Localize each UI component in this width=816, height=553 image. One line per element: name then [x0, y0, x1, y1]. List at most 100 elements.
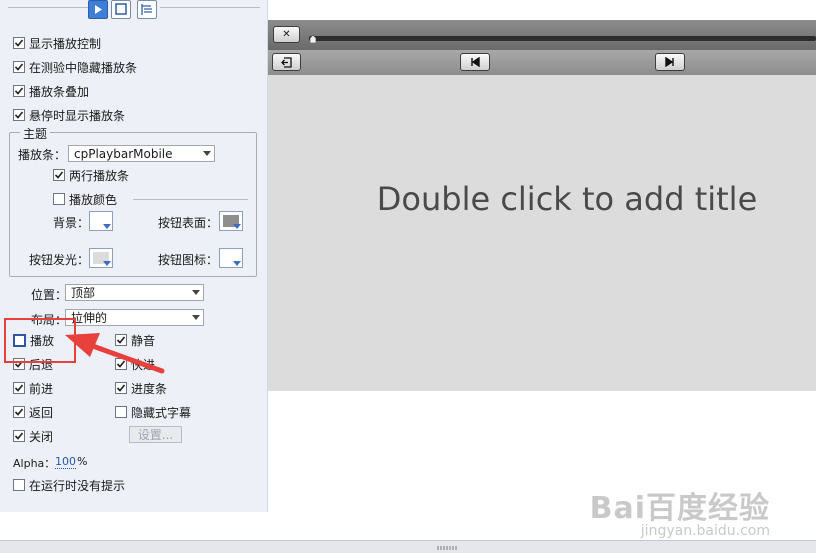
position-label: 位置：: [31, 288, 68, 302]
closed-captions-label: 隐藏式字幕: [131, 405, 192, 420]
tab-appearance[interactable]: [111, 0, 131, 19]
tab-playback[interactable]: [88, 0, 108, 19]
checkbox-box[interactable]: [13, 109, 25, 121]
no-runtime-tips-label: 在运行时没有提示: [29, 478, 126, 493]
next-button[interactable]: [655, 53, 685, 71]
back-label: 返回: [29, 405, 54, 420]
watermark-logo: Bai百度经验: [589, 491, 770, 526]
checkbox-box[interactable]: [53, 169, 65, 181]
previous-button[interactable]: [460, 53, 490, 71]
progress-track[interactable]: [309, 36, 816, 41]
theme-group-title: 主题: [20, 125, 51, 142]
chevron-down-icon: [103, 224, 111, 229]
alpha-value[interactable]: 100: [55, 455, 76, 469]
checkbox-box[interactable]: [13, 479, 25, 491]
background-swatch[interactable]: [89, 211, 113, 231]
forward-label: 前进: [29, 381, 54, 396]
checkbox-box[interactable]: [13, 406, 25, 418]
check-icon: [116, 384, 126, 392]
checkbox-box[interactable]: [115, 382, 127, 394]
list-icon: [141, 4, 152, 15]
chevron-down-icon: [233, 261, 241, 266]
chevron-down-icon: [189, 310, 203, 325]
alpha-unit: %: [77, 455, 88, 468]
progress-label: 进度条: [131, 381, 168, 396]
watermark: Bai百度经验 jingyan.baidu.com: [590, 483, 770, 539]
button-face-swatch[interactable]: [219, 211, 243, 231]
close-button[interactable]: ✕: [273, 26, 300, 43]
no-runtime-tips-checkbox[interactable]: 在运行时没有提示: [13, 477, 125, 493]
resize-grip-icon[interactable]: [437, 546, 459, 550]
position-select[interactable]: 顶部: [65, 284, 204, 301]
chevron-down-icon: [189, 285, 203, 300]
checkbox-box[interactable]: [13, 37, 25, 49]
playbar-select-value: cpPlaybarMobile: [74, 146, 173, 161]
background-label: 背景：: [53, 216, 90, 230]
check-icon: [14, 63, 24, 71]
checkbox-box[interactable]: [13, 430, 25, 442]
chevron-down-icon: [233, 224, 241, 229]
overlay-checkbox[interactable]: 播放条叠加: [13, 83, 89, 99]
skip-back-icon: [471, 57, 480, 67]
square-icon: [115, 3, 127, 15]
button-icon-swatch[interactable]: [219, 248, 243, 268]
chevron-down-icon: [103, 261, 111, 266]
tab-info[interactable]: [137, 0, 157, 19]
slide-title-placeholder[interactable]: Double click to add title: [268, 180, 816, 218]
slide-canvas[interactable]: [268, 75, 816, 391]
layout-select[interactable]: 拉伸的: [65, 309, 204, 326]
playbar-select[interactable]: cpPlaybarMobile: [68, 145, 215, 162]
chevron-down-icon: [200, 146, 214, 161]
check-icon: [14, 384, 24, 392]
progress-thumb-icon[interactable]: [310, 35, 316, 43]
button-icon-label: 按钮图标：: [158, 253, 219, 267]
checkbox-box[interactable]: [53, 193, 65, 205]
play-icon: [95, 5, 102, 14]
check-icon: [14, 432, 24, 440]
checkbox-box[interactable]: [13, 85, 25, 97]
playbar-label: 播放条：: [18, 148, 67, 162]
exit-icon: [280, 56, 292, 68]
hide-in-quiz-checkbox[interactable]: 在测验中隐藏播放条: [13, 59, 137, 75]
show-controls-label: 显示播放控制: [29, 36, 102, 51]
two-row-checkbox[interactable]: 两行播放条: [53, 167, 129, 183]
checkbox-box[interactable]: [115, 406, 127, 418]
close-label: 关闭: [29, 429, 54, 444]
close-checkbox[interactable]: 关闭: [13, 428, 53, 444]
playbar-top: [268, 20, 816, 50]
show-on-hover-label: 悬停时显示播放条: [29, 108, 126, 123]
annotation-arrow-icon: [65, 333, 165, 374]
exit-button[interactable]: [272, 53, 301, 71]
closed-captions-checkbox[interactable]: 隐藏式字幕: [115, 404, 191, 420]
two-row-label: 两行播放条: [69, 168, 130, 183]
back-checkbox[interactable]: 返回: [13, 404, 53, 420]
toolbar-separator-right: [160, 7, 260, 8]
color-separator: [133, 199, 248, 200]
check-icon: [54, 171, 64, 179]
settings-button[interactable]: 设置...: [129, 426, 182, 443]
position-select-value: 顶部: [71, 286, 96, 300]
check-icon: [14, 408, 24, 416]
hide-in-quiz-label: 在测验中隐藏播放条: [29, 60, 138, 75]
layout-select-value: 拉伸的: [71, 311, 108, 325]
status-bar: [0, 540, 816, 553]
playbar-color-checkbox[interactable]: 播放颜色: [53, 191, 117, 207]
close-icon: ✕: [282, 29, 291, 40]
toolbar-separator-left: [8, 7, 88, 8]
show-on-hover-checkbox[interactable]: 悬停时显示播放条: [13, 107, 125, 123]
check-icon: [14, 87, 24, 95]
skip-forward-icon: [665, 57, 674, 67]
playbar-color-label: 播放颜色: [69, 192, 118, 207]
button-glow-label: 按钮发光：: [29, 253, 90, 267]
check-icon: [14, 111, 24, 119]
checkbox-box[interactable]: [13, 382, 25, 394]
checkbox-box[interactable]: [13, 61, 25, 73]
forward-checkbox[interactable]: 前进: [13, 380, 53, 396]
alpha-label: Alpha：: [13, 457, 56, 470]
button-face-label: 按钮表面：: [158, 216, 219, 230]
button-glow-swatch[interactable]: [89, 248, 113, 268]
progress-checkbox[interactable]: 进度条: [115, 380, 167, 396]
playbar-bottom: [268, 50, 816, 75]
show-controls-checkbox[interactable]: 显示播放控制: [13, 35, 101, 51]
overlay-label: 播放条叠加: [29, 84, 90, 99]
